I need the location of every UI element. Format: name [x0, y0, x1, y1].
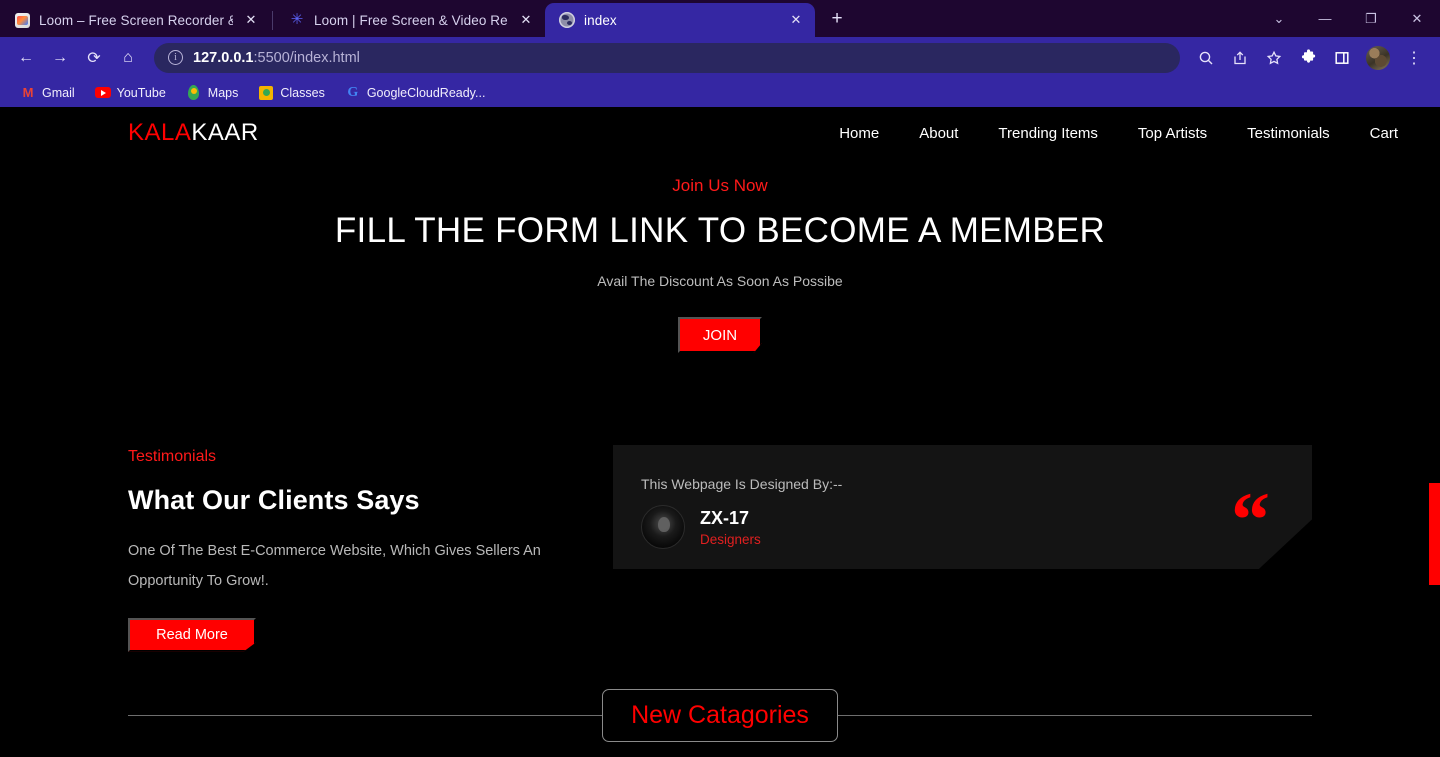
- url-host: 127.0.0.1: [193, 49, 254, 66]
- testimonial-author-text: ZX-17 Designers: [700, 507, 761, 548]
- testimonial-card-label: This Webpage Is Designed By:--: [641, 476, 843, 492]
- forward-icon[interactable]: →: [44, 42, 76, 74]
- tab-divider: [272, 11, 273, 30]
- tab-title: Loom – Free Screen Recorder & S: [39, 12, 233, 28]
- logo-second: KAAR: [191, 119, 259, 146]
- bookmark-label: GoogleCloudReady...: [366, 85, 486, 100]
- browser-window: Loom – Free Screen Recorder & S ✕ ✳ Loom…: [0, 0, 1440, 757]
- new-categories-heading-box: New Catagories: [602, 689, 838, 742]
- hero-cta-wrap: JOIN: [0, 317, 1440, 353]
- youtube-icon: [94, 85, 111, 101]
- gmail-icon: M: [22, 85, 34, 100]
- maps-icon: [186, 85, 202, 101]
- profile-avatar[interactable]: [1366, 45, 1390, 70]
- site-header: KALAKAAR Home About Trending Items Top A…: [0, 107, 1440, 159]
- join-button[interactable]: JOIN: [678, 317, 762, 353]
- testimonial-author-name: ZX-17: [700, 507, 750, 528]
- nav-item-about[interactable]: About: [919, 125, 958, 142]
- address-bar[interactable]: i 127.0.0.1:5500/index.html: [154, 42, 1180, 73]
- divider-line-left: [128, 715, 603, 716]
- maximize-button[interactable]: ❐: [1348, 0, 1394, 37]
- read-more-button[interactable]: Read More: [128, 617, 256, 652]
- bookmark-label: YouTube: [116, 85, 166, 100]
- share-icon[interactable]: [1224, 42, 1256, 74]
- testimonial-author: ZX-17 Designers: [641, 505, 1312, 549]
- testimonials-section: Testimonials What Our Clients Says One O…: [0, 445, 1440, 652]
- globe-icon: [559, 12, 575, 28]
- quote-icon: “: [1231, 476, 1270, 563]
- nav-item-top-artists[interactable]: Top Artists: [1138, 125, 1207, 142]
- bookmark-youtube[interactable]: YouTube: [87, 82, 174, 104]
- classroom-icon: [258, 85, 274, 101]
- tab-close-icon[interactable]: ✕: [787, 11, 805, 29]
- nav-item-testimonials[interactable]: Testimonials: [1247, 125, 1330, 142]
- new-categories-heading: New Catagories: [631, 701, 809, 729]
- web-page-viewport: KALAKAAR Home About Trending Items Top A…: [0, 107, 1440, 757]
- bookmark-label: Maps: [207, 85, 239, 100]
- avatar: [641, 505, 685, 549]
- bookmark-classes[interactable]: Classes: [250, 82, 332, 104]
- hero-subtitle: Avail The Discount As Soon As Possibe: [597, 273, 843, 289]
- bookmark-googlecloudready[interactable]: G GoogleCloudReady...: [337, 82, 494, 104]
- menu-kebab-icon[interactable]: ⋮: [1398, 42, 1430, 74]
- bookmark-label: Gmail: [42, 85, 75, 100]
- bookmark-maps[interactable]: Maps: [178, 82, 247, 104]
- tab-title: Loom | Free Screen & Video Reco: [314, 12, 508, 28]
- bookmarks-bar: M Gmail YouTube Maps Classes G GoogleClo…: [0, 78, 1440, 107]
- bookmark-gmail[interactable]: M Gmail: [12, 82, 83, 104]
- tab-close-icon[interactable]: ✕: [517, 11, 535, 29]
- tab-loom-video[interactable]: ✳ Loom | Free Screen & Video Reco ✕: [275, 3, 545, 37]
- hero-title: FILL THE FORM LINK TO BECOME A MEMBER: [334, 211, 1106, 250]
- bookmark-label: Classes: [280, 85, 325, 100]
- divider-line-right: [837, 715, 1313, 716]
- back-icon[interactable]: ←: [10, 42, 42, 74]
- testimonials-kicker: Testimonials: [128, 448, 217, 465]
- site-info-icon[interactable]: i: [168, 50, 183, 65]
- page-scrollbar-thumb[interactable]: [1429, 483, 1440, 585]
- page-scrollbar-track[interactable]: [1429, 107, 1440, 757]
- close-window-button[interactable]: ✕: [1394, 0, 1440, 37]
- google-icon: G: [347, 84, 359, 100]
- nav-item-cart[interactable]: Cart: [1370, 125, 1398, 142]
- bookmark-star-icon[interactable]: [1258, 42, 1290, 74]
- browser-toolbar: ← → ⟳ ⌂ i 127.0.0.1:5500/index.html ⋮: [0, 37, 1440, 78]
- testimonial-author-role: Designers: [700, 532, 761, 548]
- nav-item-trending-items[interactable]: Trending Items: [998, 125, 1098, 142]
- testimonials-text-column: Testimonials What Our Clients Says One O…: [128, 445, 613, 652]
- extensions-puzzle-icon[interactable]: [1292, 42, 1324, 74]
- tab-title: index: [584, 12, 617, 28]
- url-text: 127.0.0.1:5500/index.html: [193, 50, 360, 66]
- testimonials-body: One Of The Best E-Commerce Website, Whic…: [128, 543, 541, 590]
- url-path: :5500/index.html: [253, 49, 360, 66]
- window-controls: ⌄ — ❐ ✕: [1256, 0, 1440, 37]
- site-logo[interactable]: KALAKAAR: [128, 119, 259, 147]
- testimonials-title: What Our Clients Says: [128, 485, 420, 515]
- new-tab-button[interactable]: +: [823, 5, 851, 33]
- tab-loom-recorder[interactable]: Loom – Free Screen Recorder & S ✕: [0, 3, 270, 37]
- testimonial-card: This Webpage Is Designed By:-- ZX-17 Des…: [613, 445, 1312, 569]
- tab-index[interactable]: index ✕: [545, 3, 815, 37]
- logo-first: KALA: [128, 119, 192, 146]
- home-icon[interactable]: ⌂: [112, 42, 144, 74]
- tab-strip: Loom – Free Screen Recorder & S ✕ ✳ Loom…: [0, 0, 1440, 37]
- nav-item-home[interactable]: Home: [839, 125, 879, 142]
- loom-blue-icon: ✳: [290, 11, 304, 28]
- tab-close-icon[interactable]: ✕: [242, 11, 260, 29]
- chevron-down-icon[interactable]: ⌄: [1256, 0, 1302, 37]
- search-icon[interactable]: [1190, 42, 1222, 74]
- side-panel-icon[interactable]: [1326, 42, 1358, 74]
- hero-section: Join Us Now FILL THE FORM LINK TO BECOME…: [0, 159, 1440, 353]
- new-categories-divider: New Catagories: [128, 689, 1313, 742]
- reload-icon[interactable]: ⟳: [78, 42, 110, 74]
- loom-red-icon: [14, 12, 30, 28]
- minimize-button[interactable]: —: [1302, 0, 1348, 37]
- main-navigation: Home About Trending Items Top Artists Te…: [839, 125, 1398, 142]
- hero-kicker: Join Us Now: [672, 176, 768, 195]
- toolbar-right-group: ⋮: [1190, 42, 1430, 74]
